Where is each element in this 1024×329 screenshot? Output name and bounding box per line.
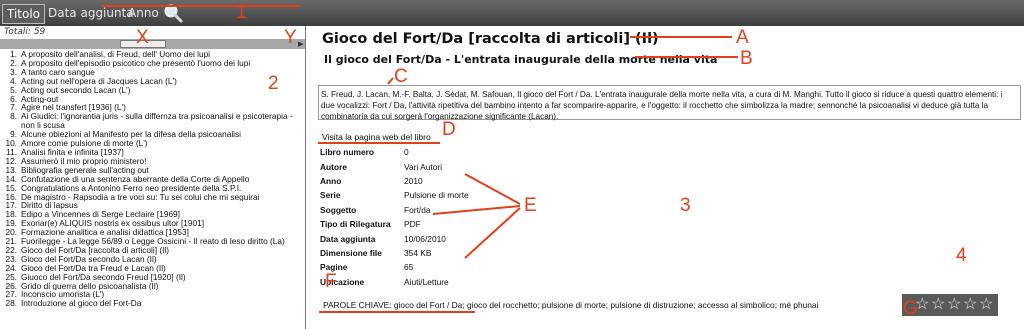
star-icon[interactable]: ☆ — [931, 296, 945, 314]
annotation-2: 2 — [268, 73, 279, 94]
search-icon[interactable] — [163, 3, 183, 28]
keywords: PAROLE CHIAVE: gioco del Fort / Da; gioc… — [323, 300, 819, 310]
detail-row: Anno 2010 — [320, 174, 469, 188]
tab-titolo[interactable]: Titolo — [2, 4, 46, 24]
list-item[interactable]: 10. Amore come pulsione di morte (L') — [4, 139, 302, 148]
list-item[interactable]: 15. Congratulations a Antonino Ferro neo … — [4, 184, 302, 193]
detail-row: Pagine 65 — [320, 260, 469, 274]
list-item[interactable]: 24. Gioco del Fort/Da tra Freud e Lacan (… — [4, 264, 302, 273]
list-item[interactable]: 3. A tanto caro sangue — [4, 68, 302, 77]
annotation-C: C — [394, 66, 408, 87]
list-item[interactable]: 11. Analisi finita e infinita [1937] — [4, 148, 302, 157]
annotation-3: 3 — [680, 195, 691, 216]
detail-value: 354 KB — [404, 247, 432, 258]
scroll-arrow-icon[interactable]: ▶ — [298, 40, 303, 48]
list-item[interactable]: 22. Gioco del Fort/Da [raccolta di artico… — [4, 246, 302, 255]
detail-row: Ubicazione Aiuti/Letture — [320, 275, 469, 289]
list-item[interactable]: 9. Alcune obiezioni al Manifesto per la d… — [4, 130, 302, 139]
detail-value: 2010 — [404, 175, 423, 186]
list-item[interactable]: 20. Formazione analitica e analisi didatt… — [4, 228, 302, 237]
list-item[interactable]: 6. Acting-out — [4, 95, 302, 104]
list-item[interactable]: 8. Ai Giudici: l'ignorantia juris - sulla… — [4, 112, 302, 121]
annotation-G: G — [903, 298, 918, 319]
list-item[interactable]: 18. Edipo a Vincennes di Serge Leclaire [… — [4, 210, 302, 219]
detail-row: Dimensione file 354 KB — [320, 246, 469, 260]
annotation-Y: Y — [284, 27, 297, 48]
list-item[interactable]: 2. A proposito dell'episodio psicotico ch… — [4, 59, 302, 68]
detail-row: Serie Pulsione di morte — [320, 188, 469, 202]
list-item[interactable]: 21. Fuorilegge - La legge 56/89 o Legge O… — [4, 237, 302, 246]
detail-value: Vari Autori — [404, 161, 443, 172]
list-item[interactable]: 27. Inconscio umorista (L') — [4, 290, 302, 299]
annotation-4: 4 — [956, 245, 967, 266]
detail-panel: Gioco del Fort/Da [raccolta di articoli]… — [306, 26, 1024, 329]
annotation-F: F — [325, 271, 337, 292]
detail-value: 0 — [404, 147, 409, 158]
list-item-continuation[interactable]: non li scusa — [4, 121, 302, 130]
annotation-X: X — [136, 27, 149, 48]
list-item[interactable]: 23. Gioco del Fort/Da secondo Lacan (Il) — [4, 255, 302, 264]
list-item[interactable]: 7. Agire nel transfert [1936] (L') — [4, 103, 302, 112]
detail-label: Libro numero — [320, 147, 374, 158]
detail-value: Pulsione di morte — [404, 190, 469, 201]
list-item[interactable]: 4. Acting out nell'opera di Jacques Lacan… — [4, 77, 302, 86]
annotation-1: 1 — [236, 2, 247, 23]
list-item[interactable]: 16. De magistro - Rapsodia a tre voci su:… — [4, 193, 302, 202]
list-item[interactable]: 25. Giuoco del Fort/Da secondo Freud [192… — [4, 273, 302, 282]
star-icon[interactable]: ☆ — [947, 296, 961, 314]
list-item[interactable]: 19. Exoriar(e) ALIQUIS nostris ex ossibus… — [4, 219, 302, 228]
list-item[interactable]: 13. Bibliografia generale sull'acting out — [4, 166, 302, 175]
detail-row: Soggetto Fort/da — [320, 203, 469, 217]
annotation-D: D — [442, 119, 456, 140]
list-item[interactable]: 1. A proposito dell'analisi, di Freud, de… — [4, 50, 302, 59]
detail-value: Aiuti/Letture — [404, 276, 449, 287]
detail-value: 65 — [404, 262, 414, 273]
detail-value: 10/06/2010 — [404, 233, 446, 244]
tab-anno[interactable]: Anno — [124, 4, 163, 22]
detail-row: Data aggiunta 10/06/2010 — [320, 231, 469, 245]
book-subtitle: Il gioco del Fort/Da - L'entrata inaugur… — [324, 53, 718, 66]
list-item[interactable]: 17. Diritto di lapsus — [4, 201, 302, 210]
detail-label: Data aggiunta — [320, 233, 376, 244]
list-item[interactable]: 12. Assumerò il mio proprio ministero! — [4, 157, 302, 166]
horizontal-scrollbar[interactable]: ▶ — [0, 39, 305, 49]
list-item[interactable]: 26. Grido di guerra dello psicoanalista (… — [4, 282, 302, 291]
star-icon[interactable]: ☆ — [963, 296, 977, 314]
detail-value: Fort/da — [404, 204, 431, 215]
detail-label: Serie — [320, 190, 341, 201]
annotation-A: A — [736, 27, 749, 48]
list-item[interactable]: 28. Introduzione al gioco del Fort-Da — [4, 299, 302, 308]
star-icon[interactable]: ☆ — [979, 296, 993, 314]
list-item[interactable]: 14. Confutazione di una sentenza aberrant… — [4, 175, 302, 184]
detail-label: Soggetto — [320, 204, 357, 215]
detail-label: Tipo di Rilegatura — [320, 219, 391, 230]
book-title: Gioco del Fort/Da [raccolta di articoli]… — [322, 31, 659, 47]
detail-label: Anno — [320, 175, 342, 186]
list-item[interactable]: 5. Acting out secondo Lacan (L') — [4, 86, 302, 95]
title-list: 1. A proposito dell'analisi, di Freud, de… — [4, 50, 302, 308]
web-page-link[interactable]: Visita la pagina web del libro — [322, 132, 431, 142]
totals-count: Totali: 59 — [4, 27, 46, 37]
title-list-panel: Totali: 59 ▶ 1. A proposito dell'analisi,… — [0, 26, 306, 329]
detail-label: Autore — [320, 161, 347, 172]
toolbar: Titolo Data aggiunta Anno — [0, 0, 1024, 26]
annotation-E: E — [524, 195, 537, 216]
detail-row: Tipo di Rilegatura PDF — [320, 217, 469, 231]
detail-label: Dimensione file — [320, 247, 382, 258]
detail-value: PDF — [404, 219, 421, 230]
annotation-B: B — [740, 48, 753, 69]
details-table: Libro numero 0 Autore Vari Autori Anno 2010… — [320, 145, 469, 289]
description-box: S. Freud, J. Lacan, M.-F. Balta, J. Séda… — [318, 85, 1021, 121]
detail-row: Autore Vari Autori — [320, 159, 469, 173]
detail-row: Libro numero 0 — [320, 145, 469, 159]
